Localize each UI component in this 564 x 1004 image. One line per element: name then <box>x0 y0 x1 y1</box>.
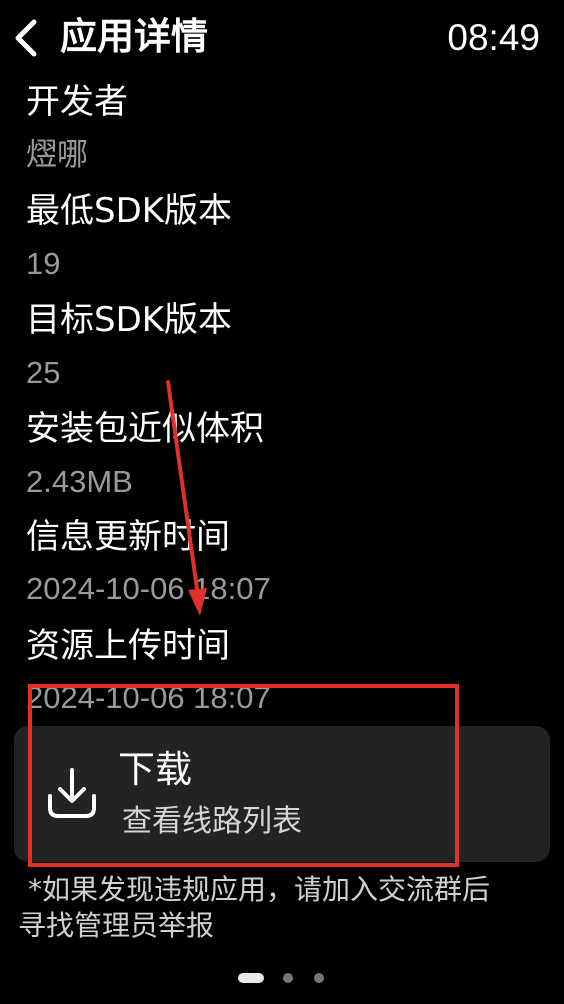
page-dot <box>314 973 324 983</box>
page-title: 应用详情 <box>60 15 208 58</box>
header-bar: 应用详情 08:49 <box>0 0 564 76</box>
package-size-label: 安装包近似体积 <box>26 409 264 449</box>
resource-uploaded-label: 资源上传时间 <box>26 626 230 666</box>
info-updated-value: 2024-10-06 18:07 <box>26 571 271 606</box>
page-dot-active <box>238 973 264 983</box>
back-button[interactable] <box>8 14 44 62</box>
resource-uploaded-value: 2024-10-06 18:07 <box>26 680 271 715</box>
download-icon <box>48 768 96 818</box>
report-notice: *如果发现违规应用，请加入交流群后 寻找管理员举报 <box>18 872 554 944</box>
page-indicator <box>0 970 564 986</box>
info-updated-label: 信息更新时间 <box>26 517 230 557</box>
download-button[interactable]: 下载 查看线路列表 <box>14 726 550 862</box>
notice-line-1: *如果发现违规应用，请加入交流群后 <box>28 873 491 906</box>
min-sdk-value: 19 <box>26 246 61 281</box>
chevron-left-icon <box>15 19 37 57</box>
download-title: 下载 <box>118 748 192 791</box>
page-dot <box>283 973 293 983</box>
developer-value: 熤哪 <box>26 137 88 172</box>
notice-line-2: 寻找管理员举报 <box>18 909 215 942</box>
download-subtitle: 查看线路列表 <box>122 804 302 839</box>
target-sdk-value: 25 <box>26 355 61 390</box>
developer-label: 开发者 <box>26 82 128 122</box>
clock: 08:49 <box>447 17 540 58</box>
min-sdk-label: 最低SDK版本 <box>26 191 233 231</box>
package-size-value: 2.43MB <box>26 464 133 499</box>
target-sdk-label: 目标SDK版本 <box>26 300 233 340</box>
